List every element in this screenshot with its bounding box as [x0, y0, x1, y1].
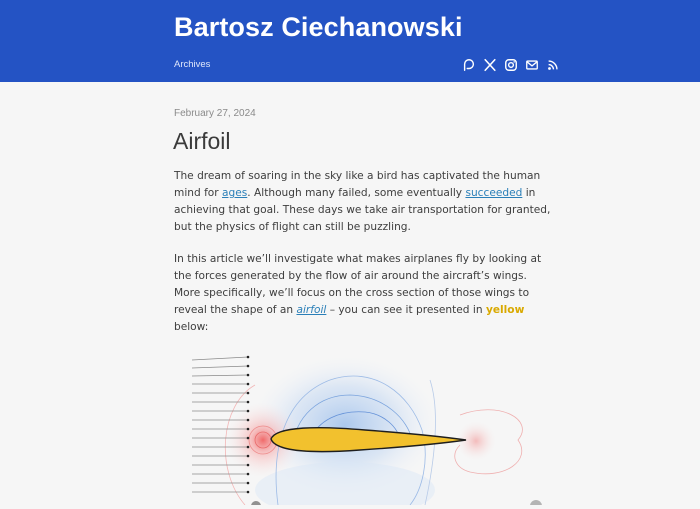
nav-archives-link[interactable]: Archives	[174, 59, 210, 70]
page-title: Airfoil	[173, 128, 231, 154]
text-segment: . Although many failed, some eventually	[247, 187, 466, 199]
drag-handle-right[interactable]	[530, 500, 542, 509]
drag-handle-left[interactable]	[251, 501, 261, 509]
yellow-highlight: yellow	[485, 304, 525, 316]
x-icon[interactable]	[483, 58, 497, 72]
text-segment: – you can see it presented in	[326, 304, 486, 316]
text-segment: below:	[174, 321, 209, 333]
social-links	[462, 58, 560, 72]
site-title[interactable]: Bartosz Ciechanowski	[174, 12, 463, 43]
second-paragraph: In this article we’ll investigate what m…	[174, 251, 554, 336]
airfoil-simulation[interactable]	[160, 340, 560, 509]
mail-icon[interactable]	[525, 58, 539, 72]
intro-paragraph: The dream of soaring in the sky like a b…	[174, 168, 554, 236]
link-succeeded[interactable]: succeeded	[465, 187, 522, 199]
link-airfoil[interactable]: airfoil	[296, 304, 326, 316]
link-ages[interactable]: ages	[222, 187, 247, 199]
airfoil-figure[interactable]	[160, 340, 560, 509]
site-header: Bartosz Ciechanowski Archives	[0, 0, 700, 82]
rss-icon[interactable]	[546, 58, 560, 72]
patreon-icon[interactable]	[462, 58, 476, 72]
instagram-icon[interactable]	[504, 58, 518, 72]
post-date: February 27, 2024	[174, 108, 256, 119]
